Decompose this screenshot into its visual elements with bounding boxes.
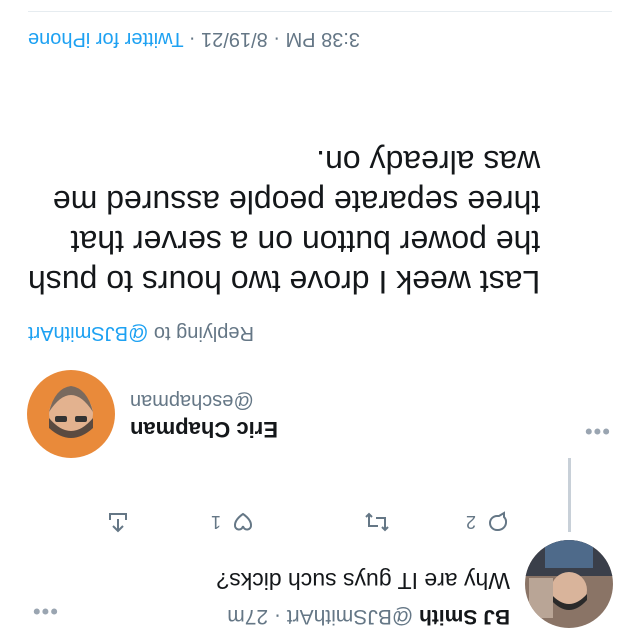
more-dots-icon[interactable]: •••: [584, 418, 610, 444]
reply-count: 2: [465, 512, 476, 533]
divider: [28, 11, 612, 12]
tweet-screenshot: BJ Smith @BJSmithArt · 27m ••• Why are I…: [0, 0, 640, 640]
reply-action-bar: 2 1: [80, 504, 540, 540]
timestamp-text[interactable]: 3:38 PM · 8/19/21 ·: [184, 28, 360, 50]
tweet-text-line: the power button on a server that: [70, 224, 541, 260]
more-dots-icon[interactable]: •••: [32, 598, 58, 624]
reply-button[interactable]: 2: [466, 504, 510, 540]
heart-icon: [231, 510, 255, 534]
retweet-button[interactable]: [364, 504, 390, 540]
replying-to-line: Replying to @BJSmithArt: [28, 321, 254, 344]
share-button[interactable]: [106, 504, 130, 540]
comment-icon: [486, 510, 510, 534]
thread-connector-line: [568, 458, 571, 532]
main-tweet-text: Last week I drove two hours to push the …: [28, 142, 540, 302]
main-author-avatar[interactable]: [27, 370, 115, 458]
main-author-name[interactable]: Eric Chapman: [130, 416, 278, 442]
main-author-handle[interactable]: @eschapman: [130, 389, 254, 412]
tweet-source-link[interactable]: Twitter for iPhone: [28, 28, 184, 50]
reply-author-handle[interactable]: @BJSmithArt: [287, 605, 413, 628]
reply-time-ago[interactable]: 27m: [227, 605, 268, 628]
replying-to-prefix: Replying to: [153, 322, 254, 344]
tweet-text-line: three separate people assured me: [52, 184, 541, 220]
tweet-text-line: Last week I drove two hours to push: [28, 264, 541, 300]
retweet-icon: [364, 510, 390, 534]
reply-header: BJ Smith @BJSmithArt · 27m: [227, 604, 510, 628]
reply-tweet-text: Why are IT guys such dicks?: [216, 568, 510, 594]
like-button[interactable]: 1: [211, 504, 255, 540]
replying-to-mention[interactable]: @BJSmithArt: [28, 322, 148, 344]
tweet-text-line: was already on.: [316, 144, 541, 180]
reply-separator: ·: [268, 605, 281, 628]
share-icon: [106, 510, 130, 534]
tweet-timestamp: 3:38 PM · 8/19/21 · Twitter for iPhone: [28, 27, 360, 50]
like-count: 1: [210, 512, 221, 533]
reply-author-name[interactable]: BJ Smith: [419, 605, 510, 628]
reply-author-avatar[interactable]: [525, 540, 613, 628]
